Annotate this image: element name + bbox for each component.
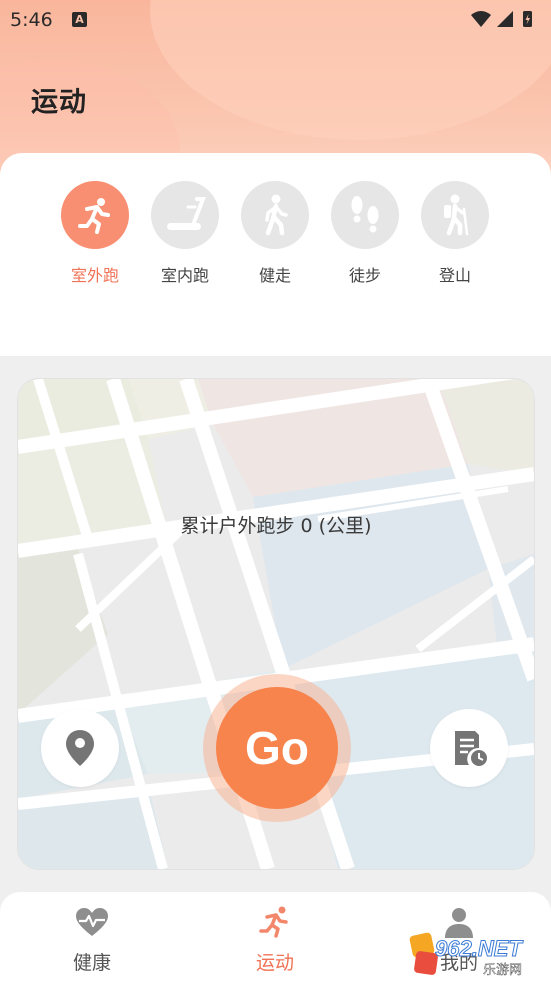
- sport-type-label: 徒步: [348, 266, 381, 285]
- signal-icon: [497, 11, 513, 27]
- sport-type-label: 室外跑: [70, 266, 119, 285]
- svg-text:乐游网: 乐游网: [483, 963, 522, 978]
- running-icon: [259, 906, 288, 938]
- total-distance-text: 累计户外跑步 0 (公里): [180, 515, 372, 537]
- heart-pulse-icon: [76, 908, 108, 936]
- nav-label: 健康: [72, 952, 111, 974]
- sport-type-hiking[interactable]: 徒步: [320, 181, 410, 286]
- nav-item-sport[interactable]: 运动: [220, 906, 330, 975]
- notification-icon: A: [72, 12, 87, 27]
- running-icon: [61, 181, 129, 249]
- record-history-icon: [455, 731, 487, 766]
- sport-type-indoor-run[interactable]: 室内跑: [140, 181, 230, 286]
- sport-type-label: 健走: [258, 266, 291, 285]
- sport-type-walking[interactable]: 健走: [230, 181, 320, 286]
- hiking-icon: [421, 181, 489, 249]
- nav-item-health[interactable]: 健康: [37, 906, 147, 975]
- walking-icon: [241, 181, 309, 249]
- history-button[interactable]: [430, 709, 508, 787]
- location-button[interactable]: [41, 709, 119, 787]
- status-icons: [471, 11, 532, 27]
- footprints-icon: [331, 181, 399, 249]
- page-title: 运动: [31, 87, 87, 118]
- location-pin-icon: [66, 730, 94, 766]
- wifi-icon: [471, 11, 491, 27]
- sport-type-card: 室外跑 室内跑 健走 徒步 登山: [0, 153, 551, 356]
- sport-type-label: 室内跑: [160, 266, 209, 285]
- go-button[interactable]: Go: [216, 687, 338, 809]
- watermark-logo: 962.NET 乐游网: [409, 932, 524, 978]
- sport-type-label: 登山: [438, 266, 471, 285]
- treadmill-icon: [151, 181, 219, 249]
- nav-label: 运动: [255, 952, 294, 974]
- map-view[interactable]: 累计户外跑步 0 (公里) Go: [17, 378, 535, 870]
- svg-text:962.NET: 962.NET: [435, 936, 523, 961]
- status-bar: 5:46 A: [0, 0, 551, 38]
- sport-type-mountaineering[interactable]: 登山: [410, 181, 500, 286]
- status-time: 5:46: [10, 9, 53, 31]
- sport-type-outdoor-run[interactable]: 室外跑: [50, 181, 140, 286]
